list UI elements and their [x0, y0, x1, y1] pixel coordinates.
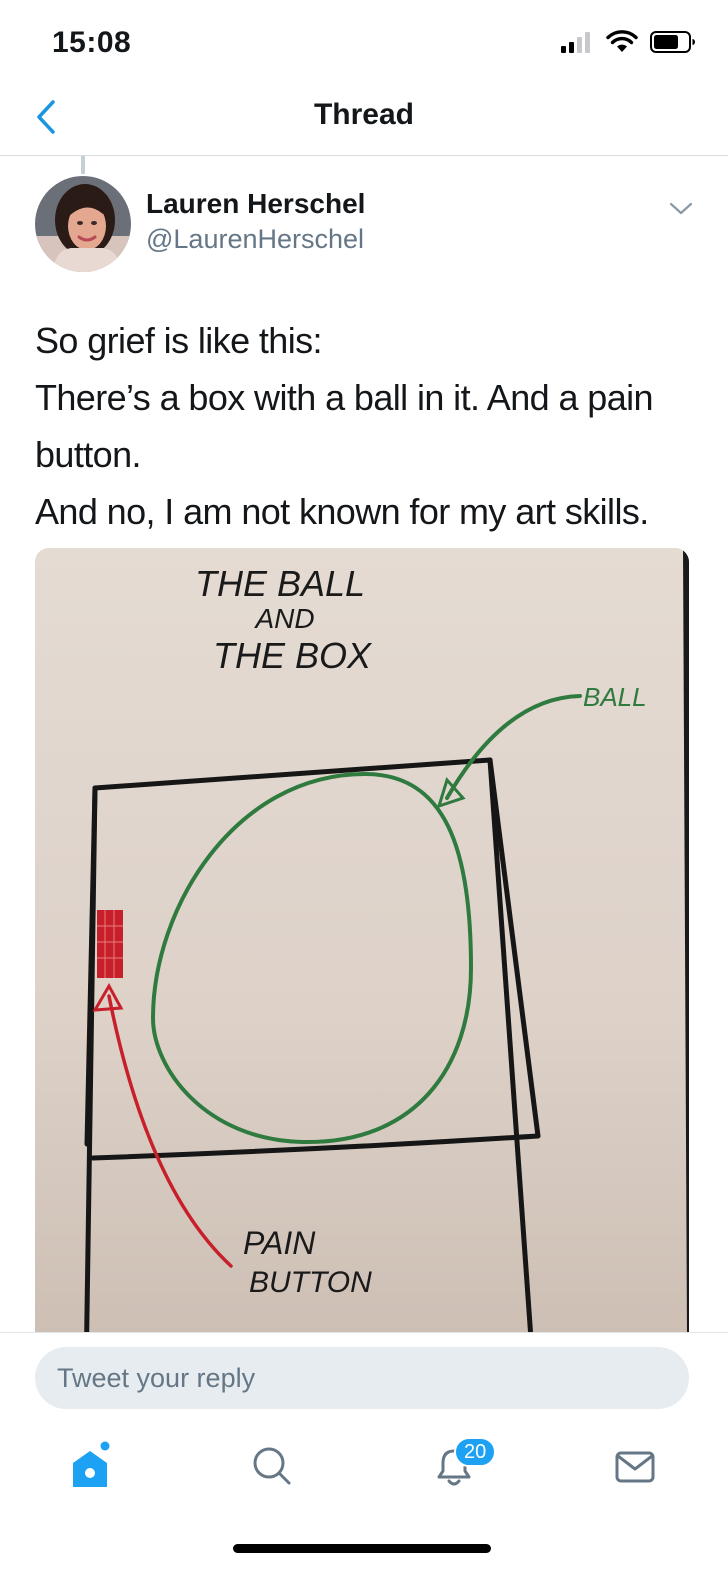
pain-button-label-line: PAIN: [243, 1225, 316, 1261]
pain-button-drawing: [97, 910, 123, 978]
cellular-signal-icon: [560, 30, 594, 59]
avatar[interactable]: [35, 176, 131, 272]
ball-label: BALL: [583, 682, 647, 712]
search-icon: [249, 1443, 295, 1494]
status-icons: [560, 30, 696, 59]
mail-icon: [612, 1443, 658, 1494]
drawing: THE BALL AND THE BOX BALL PAIN BUTTON: [35, 548, 689, 1334]
home-icon: [65, 1441, 115, 1496]
tweet-text-line: There’s a box with a ball in it. And a p…: [35, 377, 654, 475]
tweet-text: So grief is like this: There’s a box wit…: [35, 312, 695, 540]
status-time: 15:08: [52, 26, 132, 59]
reply-bar: [0, 1332, 728, 1420]
nav-bar: Thread: [0, 90, 728, 156]
tab-home[interactable]: [60, 1438, 120, 1498]
drawing-title-line: AND: [253, 603, 314, 634]
tweet-image[interactable]: THE BALL AND THE BOX BALL PAIN BUTTON: [35, 548, 689, 1334]
battery-icon: [650, 30, 696, 59]
tweet-text-line: And no, I am not known for my art skills…: [35, 491, 649, 532]
status-bar: 15:08: [0, 0, 728, 90]
tab-search[interactable]: [242, 1438, 302, 1498]
author-name[interactable]: Lauren Herschel: [146, 188, 365, 220]
home-indicator[interactable]: [233, 1544, 491, 1553]
drawing-title-line: THE BALL: [195, 563, 365, 604]
page-title: Thread: [313, 98, 415, 131]
tweet-text-line: So grief is like this:: [35, 320, 323, 361]
thread-connector-line: [81, 156, 85, 174]
chevron-down-icon: [666, 202, 696, 224]
tweet-options-button[interactable]: [666, 196, 696, 220]
reply-input[interactable]: [35, 1347, 689, 1409]
tab-bar: [0, 1420, 728, 1540]
wifi-icon: [606, 30, 638, 59]
author-handle[interactable]: @LaurenHerschel: [146, 224, 364, 255]
pain-button-label-line: BUTTON: [249, 1266, 372, 1299]
drawing-title-line: THE BOX: [213, 635, 373, 676]
notifications-badge: 20: [454, 1437, 497, 1467]
tab-messages[interactable]: [605, 1438, 665, 1498]
